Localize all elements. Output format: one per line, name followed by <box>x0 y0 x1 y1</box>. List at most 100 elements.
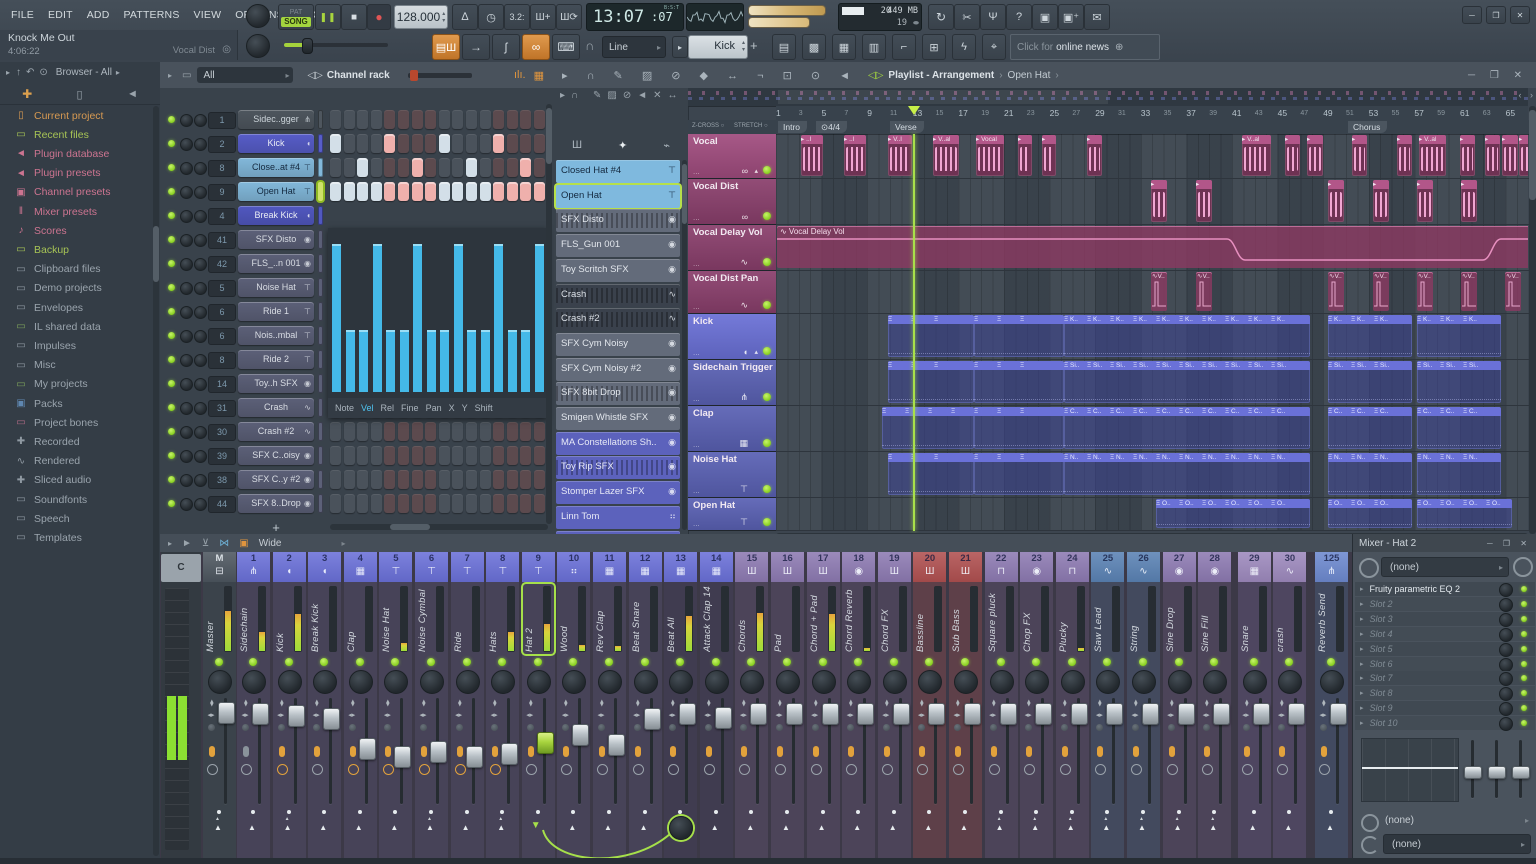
pan-arrows-icon[interactable]: ◂▸ <box>524 711 536 721</box>
fader-thumb[interactable] <box>643 708 661 731</box>
clock-icon[interactable] <box>561 764 573 775</box>
slot-arrow-icon[interactable]: ▸ <box>1360 719 1364 727</box>
clock-icon[interactable] <box>953 764 964 775</box>
record-arm-capsule-icon[interactable] <box>563 746 570 757</box>
route-arrow-icon[interactable]: ▲ <box>996 824 1004 832</box>
route-arrow-icon[interactable]: ▲ <box>746 824 754 832</box>
menu-edit[interactable]: EDIT <box>41 9 80 21</box>
mixer-strip-kick[interactable]: 2 ◖ Kick ◂▸ ◂▸ ▲ ▲ <box>272 552 306 858</box>
step-cell[interactable] <box>506 446 518 465</box>
step-cell[interactable] <box>343 494 355 513</box>
channel-led[interactable] <box>168 500 175 507</box>
audio-clip[interactable]: ▸ <box>1042 135 1056 176</box>
route-arrow-icon[interactable]: ▲ <box>782 824 790 832</box>
stereo-separation-icon[interactable]: ◂▸ <box>1166 697 1176 709</box>
news-highlight[interactable]: online news <box>1056 42 1109 53</box>
channel-select-indicator[interactable] <box>318 302 323 321</box>
stereo-separation-icon[interactable]: ◂▸ <box>596 697 606 709</box>
save-new-version-button[interactable]: ▣⁺ <box>1058 4 1084 30</box>
step-cell[interactable] <box>330 422 341 441</box>
plugin-button[interactable]: ϟ <box>952 34 976 60</box>
step-cell[interactable] <box>330 446 341 465</box>
velocity-bar[interactable] <box>480 329 490 392</box>
channel-led[interactable] <box>168 140 175 147</box>
mute-dot[interactable] <box>669 724 677 731</box>
fader-thumb[interactable] <box>857 703 875 726</box>
channel-pan-knob[interactable] <box>180 426 193 439</box>
mixer-strip-chord-pad[interactable]: 17 Ш Chord + Pad ◂▸ ◂▸ ▲ <box>806 552 840 858</box>
step-cell[interactable] <box>330 494 341 513</box>
step-cell[interactable] <box>370 470 382 489</box>
pattern-clip[interactable]: Ξ Ξ Ξ Ξ <box>882 407 974 449</box>
pattern-selector[interactable]: Kick ▴ ▾ <box>688 35 748 59</box>
restore-button[interactable]: ❐ <box>1486 6 1506 24</box>
step-cell[interactable] <box>411 158 423 177</box>
pan-arrows-icon[interactable]: ◂▸ <box>702 711 714 721</box>
channel-select-indicator[interactable] <box>318 278 323 297</box>
channel-led[interactable] <box>168 164 175 171</box>
step-cell[interactable] <box>411 470 423 489</box>
automation-clip-small[interactable]: ∿V.. <box>1505 272 1521 311</box>
menu-add[interactable]: ADD <box>80 9 117 21</box>
channel-number-badge[interactable]: 9 <box>208 184 236 201</box>
mute-dot[interactable] <box>1060 724 1068 731</box>
route-arrow-icon[interactable]: ▲ <box>1326 824 1334 832</box>
velocity-bar[interactable] <box>399 329 409 392</box>
record-arm-capsule-icon[interactable] <box>1279 746 1286 757</box>
mute-dot[interactable] <box>847 724 855 731</box>
fader-thumb[interactable] <box>608 734 625 757</box>
send-source-arrow-icon[interactable]: ▼ <box>531 820 541 831</box>
slot-label[interactable]: Slot 8 <box>1370 688 1393 698</box>
strip-pan-knob[interactable] <box>1242 670 1267 694</box>
mixer-layout-label[interactable]: Wide <box>259 538 282 549</box>
channel-button-fls-n-001[interactable]: FLS_..n 001 ◉ <box>238 254 314 273</box>
channel-pan-knob[interactable] <box>180 378 193 391</box>
track-led[interactable] <box>763 166 771 174</box>
step-cell[interactable] <box>534 422 545 441</box>
shuffle-slider-thumb[interactable] <box>302 38 313 54</box>
mute-dot[interactable] <box>740 724 748 731</box>
mixer-strip-attack-clap-14[interactable]: 14 ▦ Attack Clap 14 ◂▸ ◂▸ ▲ <box>699 552 733 858</box>
strip-pan-knob[interactable] <box>526 670 551 694</box>
record-arm-capsule-icon[interactable] <box>385 746 392 757</box>
channel-volume-knob[interactable] <box>194 330 207 343</box>
picker-item-toy-rip-sfx[interactable]: Toy Rip SFX ◉ <box>556 456 680 480</box>
zcross-toggle[interactable]: Z-CROSS ○ <box>692 123 724 129</box>
step-cell[interactable] <box>438 158 450 177</box>
audio-clip[interactable]: ▸ <box>1460 135 1475 176</box>
channel-button-sfx-8-drop[interactable]: SFX 8..Drop ◉ <box>238 494 314 513</box>
fader-thumb[interactable] <box>465 746 483 769</box>
step-cell[interactable] <box>520 182 532 201</box>
channel-led[interactable] <box>168 236 175 243</box>
slot-mix-knob[interactable] <box>1499 717 1513 732</box>
step-cell[interactable] <box>330 182 341 201</box>
mute-dot[interactable] <box>208 724 215 731</box>
channel-led[interactable] <box>168 452 175 459</box>
graph-tab-rel[interactable]: Rel <box>381 403 395 413</box>
pan-arrows-icon[interactable]: ◂▸ <box>310 711 322 721</box>
slot-label[interactable]: Slot 5 <box>1370 644 1393 654</box>
strip-pan-knob[interactable] <box>847 670 872 694</box>
mixer-strip-wood[interactable]: 10 ⠶ Wood ◂▸ ◂▸ ▲ <box>557 552 591 858</box>
audio-clip[interactable]: ▸ Vocal <box>976 135 1004 176</box>
strip-led[interactable] <box>961 658 969 666</box>
rack-vscrollbar-handle[interactable] <box>546 108 552 164</box>
pattern-name[interactable]: Kick <box>714 40 735 52</box>
record-arm-capsule-icon[interactable] <box>527 746 534 757</box>
step-cell[interactable] <box>479 470 491 489</box>
channel-pan-knob[interactable] <box>180 306 193 319</box>
track-header[interactable]: Vocal Dist Pan... ∿ <box>688 271 776 314</box>
route-arrow-icon[interactable]: ▲ <box>818 824 826 832</box>
pattern-clip[interactable]: Ξ Si.. Ξ Si.. Ξ Si.. Ξ Si.. Ξ Si.. Ξ Si.. Ξ Si… <box>1064 361 1310 403</box>
master-volume-slider[interactable] <box>748 5 826 16</box>
audio-clip[interactable]: ▸ <box>1196 180 1212 222</box>
menu-patterns[interactable]: PATTERNS <box>116 9 186 21</box>
browser-title[interactable]: Browser - All <box>56 67 112 78</box>
channel-select-indicator[interactable] <box>318 350 323 369</box>
channel-led[interactable] <box>168 260 175 267</box>
eq-preview-graph[interactable] <box>1361 738 1459 802</box>
slot-mix-knob[interactable] <box>1499 702 1513 717</box>
fx-slot-1[interactable]: ▸ Fruity parametric EQ 2 <box>1355 582 1535 597</box>
channel-led[interactable] <box>168 116 175 123</box>
tempo-value[interactable]: 128.000 <box>397 10 440 24</box>
